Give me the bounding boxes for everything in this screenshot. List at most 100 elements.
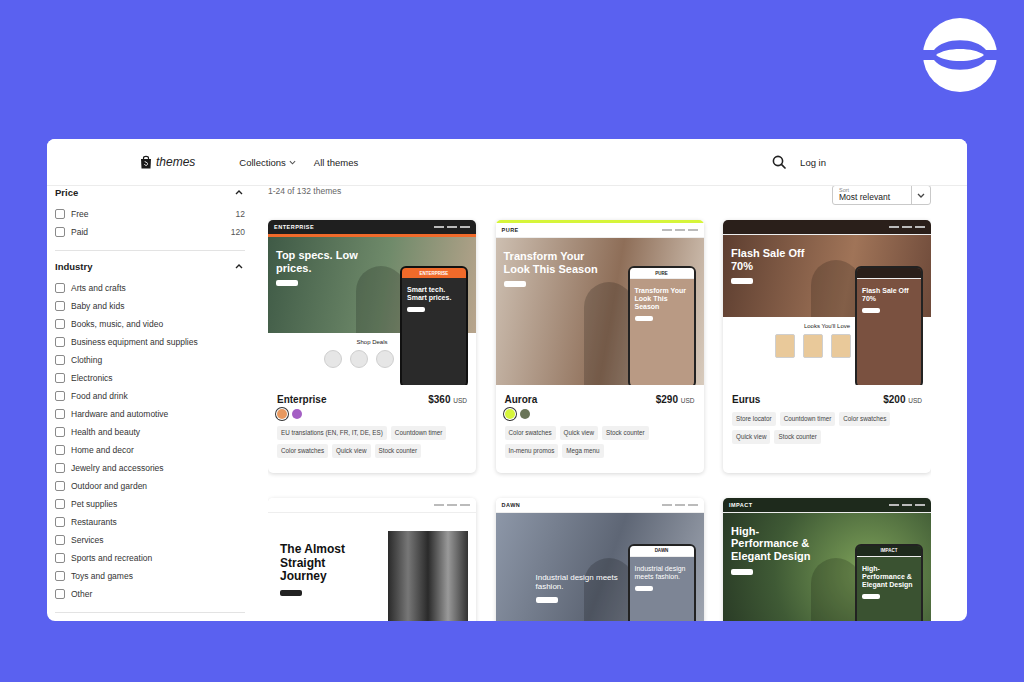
theme-preview[interactable]: Flash Sale Off 70%Looks You'll LoveFlash… <box>723 220 931 385</box>
option-label: Home and decor <box>71 445 245 455</box>
filter-option[interactable]: Home and decor <box>55 441 245 459</box>
checkbox[interactable] <box>55 355 65 365</box>
filter-group: Price Free 12 Paid120 <box>55 185 245 251</box>
filter-option[interactable]: Restaurants <box>55 513 245 531</box>
theme-card[interactable]: The Almost Straight Journey <box>268 498 476 621</box>
feature-tag: Quick view <box>332 444 370 458</box>
option-label: Pet supplies <box>71 499 245 509</box>
color-swatch[interactable] <box>277 409 287 419</box>
checkbox[interactable] <box>55 427 65 437</box>
theme-name[interactable]: Enterprise <box>277 394 326 405</box>
theme-price: $360 USD <box>428 394 467 405</box>
brand-logo-icon <box>922 17 998 93</box>
theme-name[interactable]: Eurus <box>732 394 760 405</box>
option-label: Services <box>71 535 245 545</box>
sort-value: Most relevant <box>839 193 905 202</box>
preview-nav: ENTERPRISE <box>268 220 476 237</box>
feature-tag: Stock counter <box>774 430 821 444</box>
theme-card[interactable]: PURETransform Your Look This SeasonPURET… <box>496 220 704 473</box>
filter-option[interactable]: Services <box>55 531 245 549</box>
filter-option[interactable]: Electronics <box>55 369 245 387</box>
theme-card[interactable]: Flash Sale Off 70%Looks You'll LoveFlash… <box>723 220 931 473</box>
sort-select[interactable]: SortMost relevant <box>832 185 931 205</box>
theme-preview[interactable]: ENTERPRISETop specs. Low prices.Shop Dea… <box>268 220 476 385</box>
checkbox[interactable] <box>55 571 65 581</box>
filter-heading[interactable]: Industry <box>55 259 245 273</box>
checkbox[interactable] <box>55 481 65 491</box>
checkbox[interactable] <box>55 283 65 293</box>
preview-phone: DAWNIndustrial design meets fashion. <box>628 544 696 621</box>
color-swatch[interactable] <box>505 409 515 419</box>
brand[interactable]: themes <box>140 155 195 169</box>
filter-title: Price <box>55 187 78 198</box>
chevron-up-icon <box>235 264 243 269</box>
option-count: 12 <box>236 209 245 219</box>
theme-preview[interactable]: DAWNIndustrial design meets fashion. DAWN… <box>496 498 704 621</box>
filter-option[interactable]: Free 12 <box>55 205 245 223</box>
search-icon[interactable] <box>772 155 786 169</box>
theme-card[interactable]: DAWNIndustrial design meets fashion. DAWN… <box>496 498 704 621</box>
theme-preview[interactable]: PURETransform Your Look This SeasonPURET… <box>496 220 704 385</box>
option-label: Jewelry and accessories <box>71 463 245 473</box>
chevron-down-icon <box>289 160 296 165</box>
filter-option[interactable]: Clothing <box>55 351 245 369</box>
color-swatch[interactable] <box>520 409 530 419</box>
checkbox[interactable] <box>55 589 65 599</box>
feature-tag: Stock counter <box>375 444 422 458</box>
filter-option[interactable]: Jewelry and accessories <box>55 459 245 477</box>
checkbox[interactable] <box>55 409 65 419</box>
filter-option[interactable]: Outdoor and garden <box>55 477 245 495</box>
checkbox[interactable] <box>55 209 65 219</box>
filter-option[interactable]: Paid120 <box>55 223 245 241</box>
checkbox[interactable] <box>55 445 65 455</box>
filter-option[interactable]: Hardware and automotive <box>55 405 245 423</box>
card-info: Enterprise$360 USDEU translations (EN, F… <box>268 385 476 473</box>
checkbox[interactable] <box>55 301 65 311</box>
checkbox[interactable] <box>55 535 65 545</box>
nav-item[interactable]: Collections <box>239 157 295 168</box>
filter-option[interactable]: Food and drink <box>55 387 245 405</box>
preview-logo: DAWN <box>502 502 521 508</box>
filter-option[interactable]: Toys and games <box>55 567 245 585</box>
theme-preview[interactable]: IMPACTHigh-Performance & Elegant DesignI… <box>723 498 931 621</box>
option-label: Paid <box>71 227 225 237</box>
filter-option[interactable]: Health and beauty <box>55 423 245 441</box>
checkbox[interactable] <box>55 319 65 329</box>
checkbox[interactable] <box>55 553 65 563</box>
color-swatch[interactable] <box>292 409 302 419</box>
checkbox[interactable] <box>55 391 65 401</box>
filter-option[interactable]: Business equipment and supplies <box>55 333 245 351</box>
theme-card[interactable]: IMPACTHigh-Performance & Elegant DesignI… <box>723 498 931 621</box>
theme-card[interactable]: ENTERPRISETop specs. Low prices.Shop Dea… <box>268 220 476 473</box>
checkbox[interactable] <box>55 499 65 509</box>
nav-item[interactable]: All themes <box>314 157 358 168</box>
login-link[interactable]: Log in <box>800 157 826 168</box>
filter-option[interactable]: Other <box>55 585 245 603</box>
option-label: Restaurants <box>71 517 245 527</box>
option-label: Hardware and automotive <box>71 409 245 419</box>
option-label: Free <box>71 209 230 219</box>
preview-nav: IMPACT <box>723 498 931 513</box>
feature-tag: Quick view <box>732 430 770 444</box>
filter-option[interactable]: Baby and kids <box>55 297 245 315</box>
preview-logo: IMPACT <box>729 502 753 508</box>
checkbox[interactable] <box>55 463 65 473</box>
filter-heading[interactable]: Price <box>55 185 245 199</box>
checkbox[interactable] <box>55 227 65 237</box>
browser-panel: themes Collections All themes Log in Price… <box>47 139 967 621</box>
filter-option[interactable]: Arts and crafts <box>55 279 245 297</box>
filter-option[interactable]: Books, music, and video <box>55 315 245 333</box>
filter-option[interactable]: Pet supplies <box>55 495 245 513</box>
preview-nav: PURE <box>496 220 704 238</box>
preview-phone: PURETransform Your Look This Season <box>628 266 696 385</box>
filter-option[interactable]: Sports and recreation <box>55 549 245 567</box>
theme-price: $200 USD <box>883 394 922 405</box>
checkbox[interactable] <box>55 517 65 527</box>
theme-preview[interactable]: The Almost Straight Journey <box>268 498 476 621</box>
checkbox[interactable] <box>55 373 65 383</box>
theme-name[interactable]: Aurora <box>505 394 538 405</box>
color-swatches <box>277 408 467 419</box>
checkbox[interactable] <box>55 337 65 347</box>
chevron-down-icon <box>917 193 925 198</box>
results-bar: 1-24 of 132 themesSortMost relevant <box>268 185 931 220</box>
